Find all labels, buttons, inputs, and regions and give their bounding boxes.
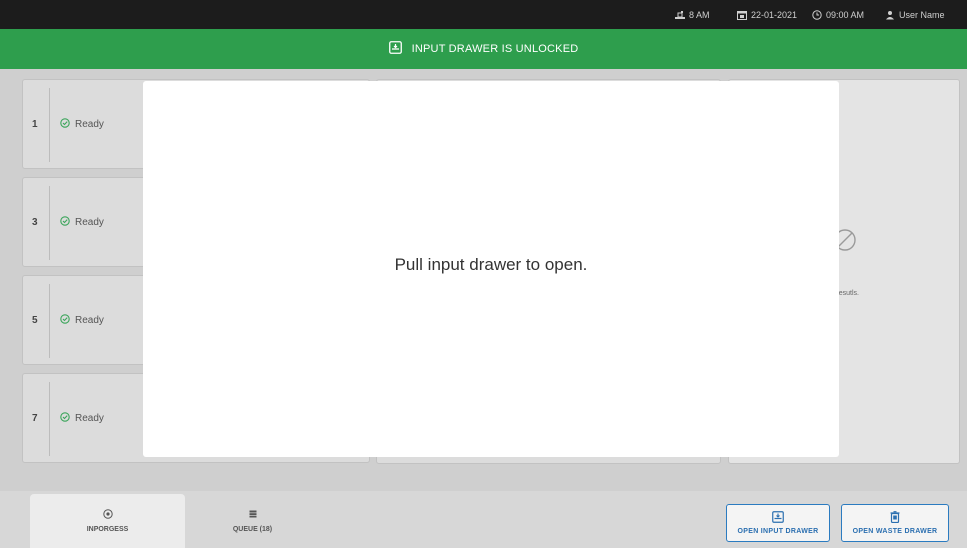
open-input-drawer-label: OPEN INPUT DRAWER	[737, 528, 819, 535]
slot-number: 7	[32, 412, 38, 424]
input-drawer-icon	[772, 511, 784, 525]
drawer-modal: Pull input drawer to open.	[143, 81, 839, 457]
top-status-bar: 8 AM 22-01-2021 09:00 AM User Name	[0, 0, 967, 29]
banner-text: INPUT DRAWER IS UNLOCKED	[411, 43, 579, 55]
level-icon	[675, 10, 685, 20]
slot-status-label: Ready	[75, 216, 104, 228]
drawer-unlocked-banner: INPUT DRAWER IS UNLOCKED	[0, 29, 967, 69]
open-waste-drawer-label: OPEN WASTE DRAWER	[852, 528, 938, 535]
slot-status-label: Ready	[75, 118, 104, 130]
date-text: 22-01-2021	[751, 9, 798, 20]
tab-queue[interactable]: QUEUE (18)	[175, 494, 330, 548]
slot-status: Ready	[60, 178, 104, 266]
slot-divider	[49, 186, 50, 260]
open-waste-drawer-button[interactable]: OPEN WASTE DRAWER	[841, 504, 949, 542]
slot-status-label: Ready	[75, 314, 104, 326]
slot-number: 3	[32, 216, 38, 228]
open-input-drawer-button[interactable]: OPEN INPUT DRAWER	[726, 504, 830, 542]
calendar-icon	[737, 10, 747, 20]
slot-status: Ready	[60, 80, 104, 168]
check-circle-icon	[60, 117, 70, 131]
slot-status: Ready	[60, 276, 104, 364]
time-indicator: 09:00 AM	[812, 0, 864, 29]
tab-inprogress-label: INPORGESS	[86, 526, 129, 533]
check-circle-icon	[60, 411, 70, 425]
bottom-bar: INPORGESS QUEUE (18) OPEN INPUT DRAWER O…	[0, 491, 967, 548]
clock-icon	[812, 9, 822, 20]
check-circle-icon	[60, 215, 70, 229]
slot-number: 1	[32, 118, 38, 130]
slot-status-label: Ready	[75, 412, 104, 424]
slot-divider	[49, 382, 50, 456]
time-text: 09:00 AM	[826, 9, 865, 20]
tab-inprogress[interactable]: INPORGESS	[30, 494, 185, 548]
check-circle-icon	[60, 313, 70, 327]
drawer-icon	[388, 41, 402, 57]
inprogress-icon	[102, 509, 113, 521]
slot-divider	[49, 284, 50, 358]
slot-number: 5	[32, 314, 38, 326]
slot-status: Ready	[60, 374, 104, 462]
modal-message: Pull input drawer to open.	[394, 255, 588, 274]
user-name: User Name	[899, 9, 945, 20]
level-indicator: 8 AM	[675, 0, 710, 29]
level-text: 8 AM	[689, 9, 710, 20]
queue-icon	[248, 509, 258, 521]
user-menu[interactable]: User Name	[885, 0, 945, 29]
tab-queue-label: QUEUE (18)	[232, 526, 273, 533]
user-icon	[885, 10, 895, 20]
slot-divider	[49, 88, 50, 162]
date-indicator: 22-01-2021	[737, 0, 797, 29]
waste-bin-icon	[890, 511, 900, 525]
